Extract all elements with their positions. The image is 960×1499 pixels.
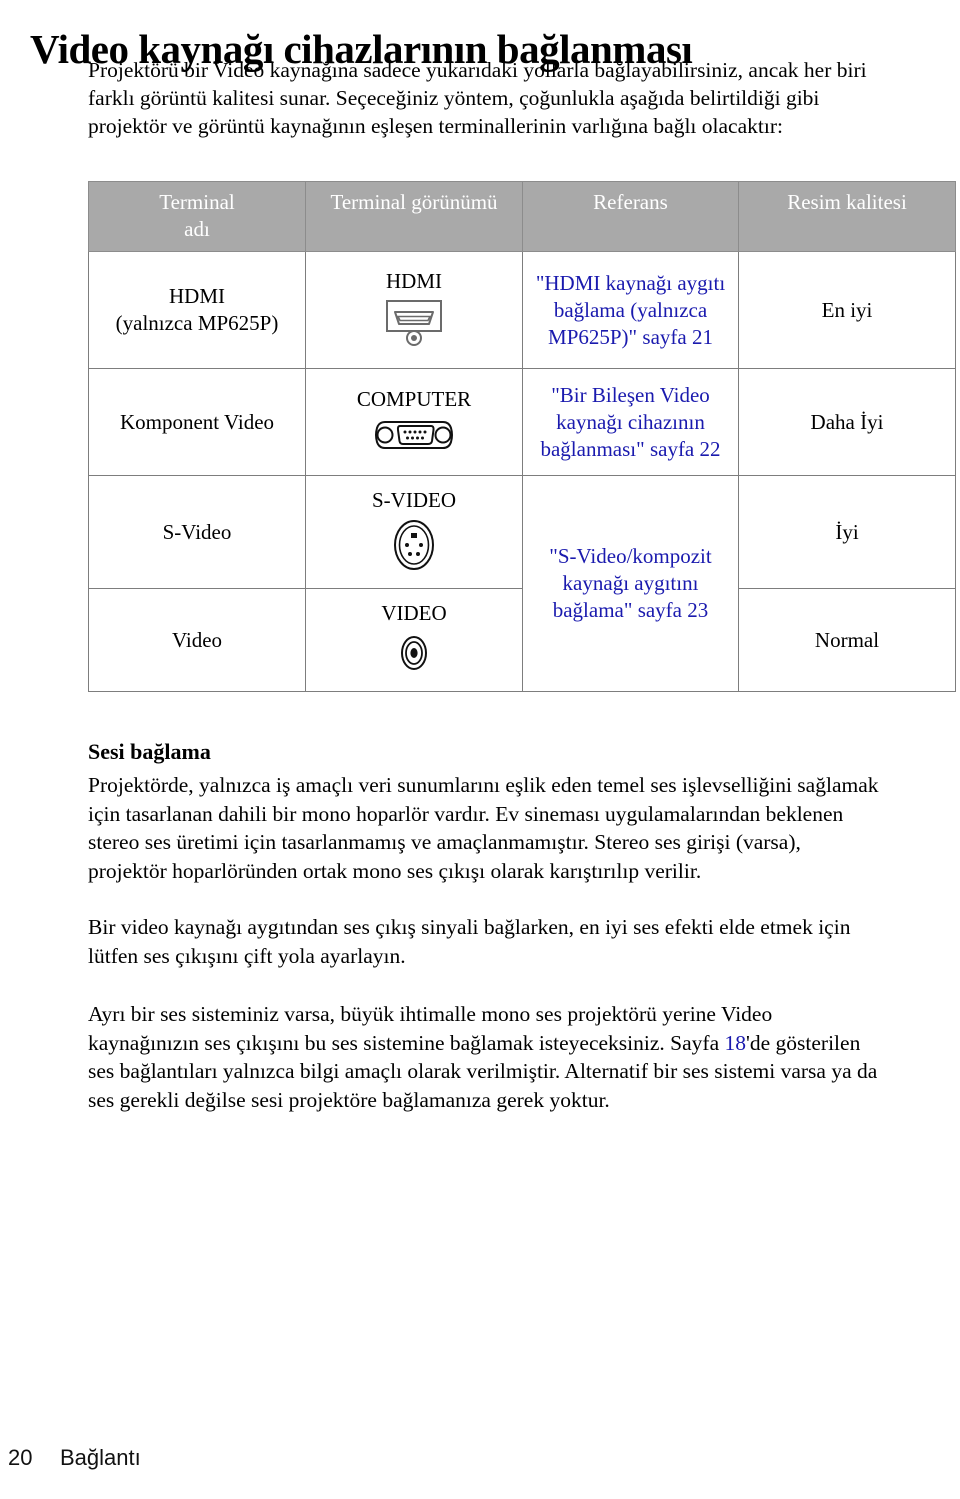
column-header-terminal-view-label: Terminal görünümü (330, 190, 498, 214)
reference-line-1: "S-Video/kompozit (549, 544, 712, 568)
terminal-view-label: S-VIDEO (372, 487, 456, 512)
paragraph-line: ses gerekli değilse sesi projektöre bağl… (88, 1087, 610, 1112)
audio-paragraph-3: Ayrı bir ses sisteminiz varsa, büyük iht… (88, 1000, 960, 1114)
paragraph-line: ses bağlantıları yalnızca bilgi amaçlı o… (88, 1059, 878, 1083)
terminal-view-label: HDMI (386, 268, 442, 293)
hdmi-connector-icon (306, 299, 522, 353)
reference-line-1: "Bir Bileşen Video (551, 382, 710, 407)
terminal-view-cell-svideo: S-VIDEO (305, 475, 523, 589)
table-header-row: Terminal adı Terminal görünümü Referans … (88, 181, 956, 252)
paragraph-line: için tasarlanan dahili bir mono hoparlör… (88, 801, 844, 826)
terminal-comparison-table: Terminal adı Terminal görünümü Referans … (88, 181, 956, 692)
column-header-terminal-name-line1: Terminal (159, 190, 235, 214)
paragraph-line: Bir video kaynağı aygıtından ses çıkış s… (88, 915, 851, 939)
picture-quality-cell-video: Normal (738, 588, 956, 692)
terminal-name-cell-component: Komponent Video (88, 368, 306, 476)
terminal-name-line1: HDMI (169, 284, 225, 308)
section-heading-audio: Sesi bağlama (88, 739, 211, 764)
intro-paragraph: Projektörü bir Video kaynağına sadece yu… (88, 56, 960, 140)
paragraph-line: projektör hoparlöründen ortak mono ses ç… (88, 858, 702, 883)
picture-quality-cell-component: Daha İyi (738, 368, 956, 476)
reference-cell-component: "Bir Bileşen Video kaynağı cihazının bağ… (522, 368, 739, 476)
paragraph-text-before-link: kaynağınızın ses çıkışını bu ses sistemi… (88, 1030, 725, 1055)
intro-line-3: projektör ve görüntü kaynağının eşleşen … (88, 114, 783, 138)
s-video-minidin-connector-icon (306, 519, 522, 578)
terminal-view-label: COMPUTER (356, 386, 472, 411)
table-row: S-Video S-VIDEO "S-Video/kompozit kaynağ… (88, 475, 956, 692)
terminal-view-cell-hdmi: HDMI (305, 251, 523, 369)
terminal-name-cell-video: Video (88, 588, 306, 692)
audio-paragraph-2: Bir video kaynağı aygıtından ses çıkış s… (88, 913, 960, 970)
terminal-view-label: VIDEO (381, 600, 447, 625)
audio-paragraph-1: Projektörde, yalnızca iş amaçlı veri sun… (88, 771, 960, 885)
column-header-picture-quality-label: Resim kalitesi (787, 190, 907, 214)
dsub-vga-connector-icon (306, 418, 522, 459)
terminal-name-line2: (yalnızca MP625P) (115, 311, 279, 335)
page-reference-link[interactable]: 18 (725, 1031, 747, 1055)
rca-composite-jack-icon (306, 632, 522, 681)
table-row: HDMI (yalnızca MP625P) HDMI "HDMI kaynağ… (88, 251, 956, 369)
column-header-terminal-view: Terminal görünümü (305, 181, 523, 252)
intro-line-1: Projektörü bir Video kaynağına sadece yu… (88, 58, 867, 82)
reference-line-3: bağlama" sayfa 23 (552, 598, 709, 622)
paragraph-line: Ayrı bir ses sisteminiz varsa, büyük iht… (88, 1002, 773, 1026)
column-header-picture-quality: Resim kalitesi (738, 181, 956, 252)
paragraph-line: stereo ses üretimi için tasarlanmamış ve… (88, 830, 801, 854)
terminal-name-cell-svideo: S-Video (88, 475, 306, 589)
reference-cell-svideo-composite: "S-Video/kompozit kaynağı aygıtını bağla… (522, 475, 739, 692)
terminal-view-cell-video: VIDEO (305, 588, 523, 692)
paragraph-line-with-reference: kaynağınızın ses çıkışını bu ses sistemi… (88, 1029, 960, 1058)
table-row: Komponent Video COMPUTER "Bir Bileşen Vi… (88, 368, 956, 476)
column-header-terminal-name: Terminal adı (88, 181, 306, 252)
footer-chapter-name: Bağlantı (60, 1445, 141, 1470)
reference-line-4: sayfa 21 (642, 324, 713, 349)
reference-cell-hdmi: "HDMI kaynağı aygıtı bağlama (yalnızca M… (522, 251, 739, 369)
column-header-reference: Referans (522, 181, 739, 252)
terminal-view-cell-component: COMPUTER (305, 368, 523, 476)
table-row: Video VIDEO Normal (88, 588, 956, 692)
picture-quality-cell-svideo: İyi (738, 475, 956, 589)
column-header-terminal-name-line2: adı (184, 217, 210, 241)
paragraph-line: Projektörde, yalnızca iş amaçlı veri sun… (88, 773, 879, 797)
column-header-reference-label: Referans (593, 190, 668, 214)
reference-line-1: "HDMI kaynağı (535, 270, 673, 295)
picture-quality-cell-hdmi: En iyi (738, 251, 956, 369)
reference-line-3: bağlanması" sayfa 22 (540, 436, 721, 461)
reference-line-2: kaynağı cihazının (556, 409, 705, 434)
paragraph-line: lütfen ses çıkışını çift yola ayarlayın. (88, 943, 406, 968)
terminal-name-cell-hdmi: HDMI (yalnızca MP625P) (88, 251, 306, 369)
footer-page-number: 20 (8, 1445, 33, 1470)
reference-line-2: kaynağı aygıtını (562, 571, 699, 595)
paragraph-text-after-link: 'de gösterilen (746, 1030, 861, 1055)
page-footer: 20 Bağlantı (8, 1445, 141, 1471)
intro-line-2: farklı görüntü kalitesi sunar. Seçeceğin… (88, 86, 820, 110)
